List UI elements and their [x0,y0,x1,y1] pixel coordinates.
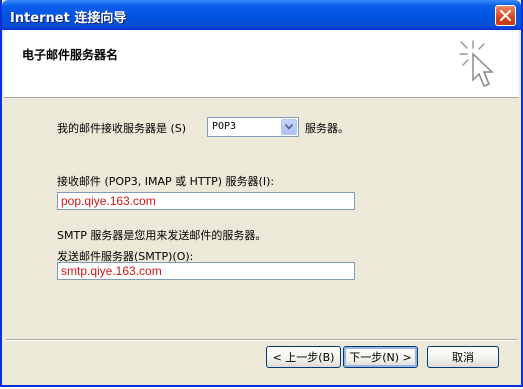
incoming-server-field[interactable] [57,192,355,210]
wizard-window: Internet 连接向导 电子邮件服务器名 我的邮件接收服务器是 (S) PO… [0,0,523,387]
incoming-type-label-text: 我的邮件接收服务器是 [57,122,167,135]
incoming-server-label: 接收邮件 (POP3, IMAP 或 HTTP) 服务器(I): [57,175,275,188]
next-button[interactable]: 下一步(N) > [343,346,418,368]
incoming-server-input[interactable] [58,193,354,209]
footer-divider [6,339,517,341]
title-bar[interactable]: Internet 连接向导 [2,0,521,30]
window-title: Internet 连接向导 [10,11,127,26]
wizard-header: 电子邮件服务器名 [4,30,519,98]
incoming-type-value: POP3 [212,121,237,132]
cursor-sparkle-icon [459,40,494,87]
smtp-note: SMTP 服务器是您用来发送邮件的服务器。 [57,229,267,242]
incoming-type-label-key: (S) [170,122,187,135]
incoming-type-suffix: 服务器。 [305,122,349,135]
outgoing-server-input[interactable] [58,263,354,279]
incoming-type-label: 我的邮件接收服务器是 (S) [57,120,186,136]
close-button[interactable] [495,5,516,26]
cancel-button[interactable]: 取消 [427,346,499,368]
incoming-type-select[interactable]: POP3 [207,117,299,137]
back-button[interactable]: < 上一步(B) [266,346,341,368]
close-icon [500,10,511,21]
page-title: 电子邮件服务器名 [22,48,119,62]
chevron-down-icon [285,124,293,130]
dropdown-button[interactable] [281,119,297,135]
outgoing-server-field[interactable] [57,262,355,280]
